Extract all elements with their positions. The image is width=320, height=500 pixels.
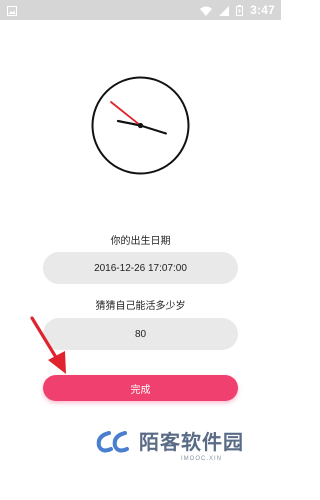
image-icon [7, 1, 17, 20]
arrow-annotation-icon [26, 314, 76, 376]
watermark-logo-icon [95, 430, 135, 454]
status-time: 3:47 [250, 3, 275, 17]
signal-icon [219, 1, 230, 20]
done-button-label: 完成 [130, 384, 151, 396]
birth-date-label: 你的出生日期 [110, 236, 171, 247]
wifi-icon [200, 1, 213, 20]
analog-clock [91, 76, 190, 175]
status-bar: 3:47 [0, 0, 281, 20]
watermark-subtitle: IMOOC.XIN [181, 456, 223, 462]
done-button[interactable]: 完成 [43, 375, 238, 401]
clock-center-dot [137, 122, 144, 129]
app-screen: 3:47 你的出生日期 2016-12-26 17:07:00 猜猜自己能活多少… [0, 0, 281, 500]
watermark-title: 陌客软件园 [139, 430, 244, 454]
battery-icon [236, 1, 244, 20]
birth-date-field[interactable]: 2016-12-26 17:07:00 [43, 252, 238, 284]
age-value: 80 [134, 328, 147, 340]
birth-date-value: 2016-12-26 17:07:00 [94, 262, 187, 274]
guess-age-label: 猜猜自己能活多少岁 [95, 301, 186, 312]
watermark: 陌客软件园 IMOOC.XIN [95, 424, 275, 472]
